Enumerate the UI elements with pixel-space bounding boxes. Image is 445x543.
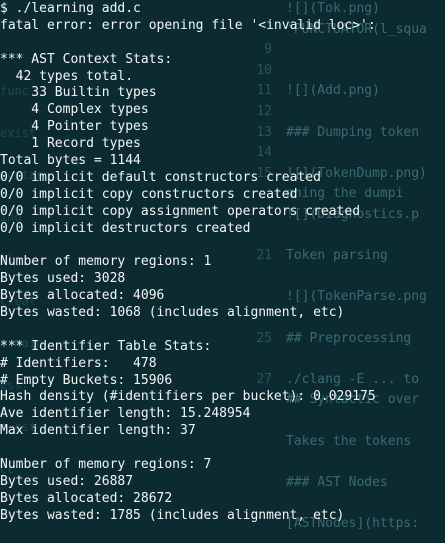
terminal-line: # Identifiers: 478	[0, 355, 157, 371]
terminal-line: Total bytes = 1144	[0, 153, 141, 169]
terminal-line: Hash density (#identifiers per bucket): …	[0, 389, 376, 405]
terminal-line: 4 Pointer types	[0, 119, 149, 135]
terminal-line: Bytes used: 26887	[0, 473, 134, 489]
terminal-line: 1 Record types	[0, 136, 141, 152]
terminal-line: 0/0 implicit copy assignment operators c…	[0, 203, 361, 219]
terminal-line: 0/0 implicit destructors created	[0, 220, 251, 236]
terminal-line: 4 Complex types	[0, 102, 149, 118]
terminal-line: 0/0 implicit copy constructors created	[0, 186, 298, 202]
terminal-line: fatal error: error opening file '<invali…	[0, 17, 376, 33]
terminal-line: Max identifier length: 37	[0, 423, 196, 439]
terminal-line: *** Identifier Table Stats:	[0, 338, 212, 354]
terminal-line: *** AST Context Stats:	[0, 51, 173, 67]
terminal-line: 42 types total.	[0, 68, 134, 84]
terminal-line: Bytes used: 3028	[0, 271, 126, 287]
terminal-line: Number of memory regions: 7	[0, 457, 212, 473]
terminal-line: Bytes allocated: 28672	[0, 490, 173, 506]
terminal-line: # Empty Buckets: 15906	[0, 372, 173, 388]
terminal-line: Ave identifier length: 15.248954	[0, 406, 251, 422]
terminal-output[interactable]: $ ./learning add.c fatal error: error ope…	[0, 0, 445, 543]
terminal-line: Number of memory regions: 1	[0, 254, 212, 270]
terminal-line: Bytes allocated: 4096	[0, 288, 165, 304]
terminal-line: Bytes wasted: 1068 (includes alignment, …	[0, 305, 345, 321]
terminal-line: 33 Builtin types	[0, 85, 157, 101]
terminal-line: Bytes wasted: 1785 (includes alignment, …	[0, 507, 345, 523]
terminal-window[interactable]: ![](Tok.png) 'PUNCTUATOR(l_squa 9 10 11 ![](A…	[0, 0, 445, 543]
terminal-line: $ ./learning add.c	[0, 1, 141, 16]
terminal-line: 0/0 implicit default constructors create…	[0, 169, 321, 185]
